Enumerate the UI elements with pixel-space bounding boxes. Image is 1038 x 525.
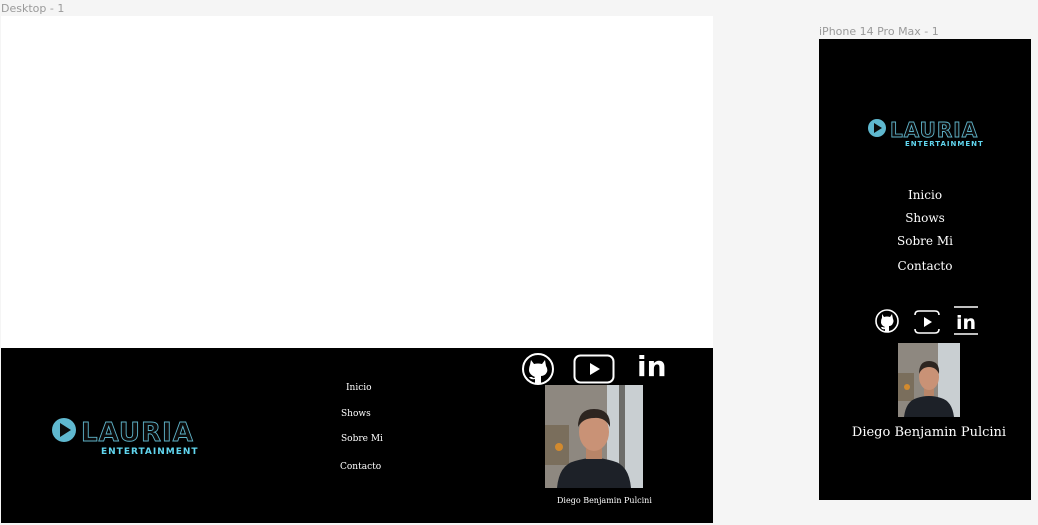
nav-item-sobre-mi[interactable]: Sobre Mi: [341, 434, 383, 444]
logo-main-text: LAURIA: [890, 118, 978, 142]
iphone-frame[interactable]: LAURIA ENTERTAINMENT Inicio Shows Sobre …: [819, 39, 1031, 500]
mobile-profile-name: Diego Benjamin Pulcini: [851, 425, 1007, 440]
linkedin-icon-mobile[interactable]: in: [953, 305, 979, 337]
desktop-frame-label[interactable]: Desktop - 1: [1, 2, 64, 15]
iphone-frame-label[interactable]: iPhone 14 Pro Max - 1: [819, 25, 939, 38]
nav-item-shows[interactable]: Shows: [341, 409, 371, 419]
desktop-footer: LAURIA ENTERTAINMENT Inicio Shows Sobre …: [1, 348, 713, 523]
github-icon[interactable]: [520, 353, 556, 385]
nav-item-inicio[interactable]: Inicio: [346, 383, 372, 393]
profile-photo-mobile: [898, 343, 960, 417]
logo-sub-text: ENTERTAINMENT: [905, 140, 984, 148]
youtube-icon[interactable]: [573, 354, 615, 384]
mobile-nav-item-inicio[interactable]: Inicio: [819, 188, 1031, 202]
lauria-logo[interactable]: LAURIA ENTERTAINMENT: [49, 414, 209, 458]
profile-name: Diego Benjamin Pulcini: [557, 496, 652, 505]
mobile-nav-item-shows[interactable]: Shows: [819, 211, 1031, 225]
logo-main-text: LAURIA: [81, 418, 194, 448]
mobile-nav-item-sobre-mi[interactable]: Sobre Mi: [819, 234, 1031, 248]
nav-item-contacto[interactable]: Contacto: [340, 462, 381, 472]
profile-photo: [545, 385, 643, 488]
linkedin-text: in: [956, 312, 976, 334]
youtube-icon-mobile[interactable]: [913, 307, 941, 337]
desktop-frame[interactable]: LAURIA ENTERTAINMENT Inicio Shows Sobre …: [1, 16, 713, 523]
mobile-nav-item-contacto[interactable]: Contacto: [819, 259, 1031, 273]
github-icon-mobile[interactable]: [875, 307, 899, 335]
logo-sub-text: ENTERTAINMENT: [101, 447, 199, 457]
lauria-logo-mobile[interactable]: LAURIA ENTERTAINMENT: [865, 115, 985, 149]
linkedin-icon[interactable]: in: [637, 350, 667, 383]
